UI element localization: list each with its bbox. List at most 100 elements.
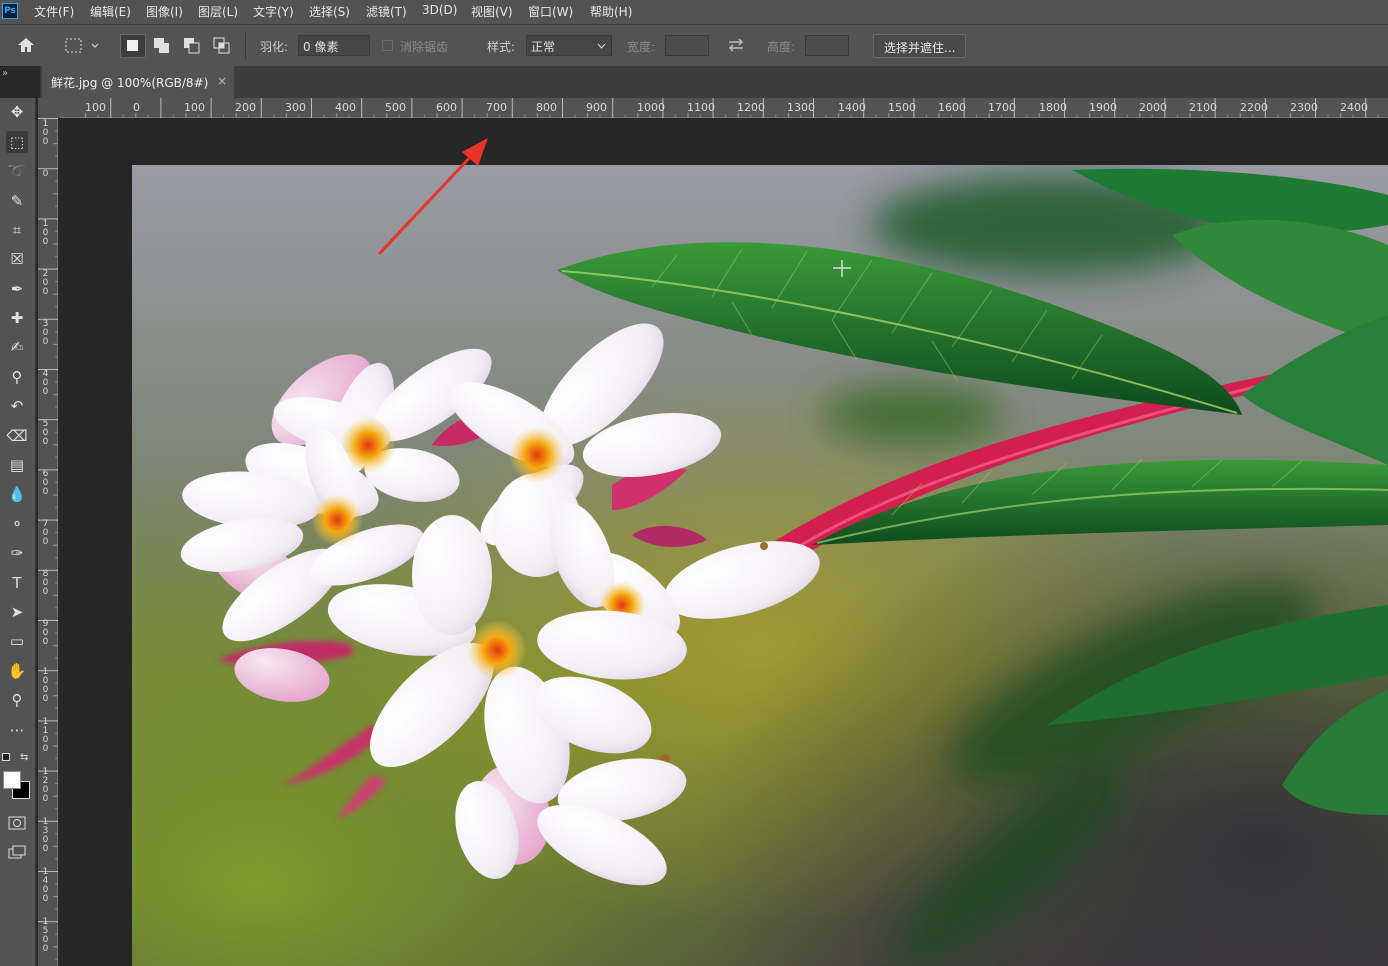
zoom-tool[interactable]: ⚲ — [6, 689, 28, 711]
antialias-checkbox[interactable] — [382, 40, 393, 51]
feather-label: 羽化: — [260, 40, 289, 54]
ruler-corner[interactable] — [38, 98, 60, 118]
history-brush-tool[interactable]: ↶ — [6, 395, 28, 417]
width-input[interactable] — [665, 35, 709, 56]
horizontal-ruler[interactable]: 100 0 100 200 300 400 500 600 700 800 900 1000 1100 1… — [60, 98, 1388, 118]
flower-photo[interactable] — [132, 165, 1388, 966]
add-to-selection-button[interactable] — [152, 36, 172, 60]
annotation-arrow — [377, 138, 488, 256]
type-tool[interactable]: T — [6, 572, 28, 594]
ruler-v-label: 900 — [42, 619, 49, 647]
crop-icon: ⌗ — [12, 221, 22, 239]
feather-input[interactable]: 0 像素 — [298, 35, 370, 56]
menu-item-11[interactable]: 帮助(H) — [590, 3, 632, 20]
ruler-v-label: 1300 — [42, 817, 49, 854]
close-icon[interactable]: × — [217, 74, 227, 88]
menu-item-5[interactable]: 文字(Y) — [253, 3, 294, 20]
hand-tool[interactable]: ✋ — [6, 660, 28, 682]
ruler-h-label: 500 — [385, 101, 406, 114]
move-tool[interactable]: ✥ — [6, 101, 28, 123]
ruler-v-label: 1000 — [42, 667, 49, 704]
ruler-h-label: 700 — [486, 101, 507, 114]
ruler-h-label: 100 — [85, 101, 106, 114]
vertical-ruler[interactable]: 100 0 100 200 300 400 500 600 700 800 900 1000 1100 1… — [38, 118, 58, 966]
collapse-panels-icon[interactable]: » — [2, 68, 8, 79]
pen-tool[interactable]: ✑ — [6, 542, 28, 564]
blur-tool[interactable]: 💧 — [6, 483, 28, 505]
foreground-color-swatch[interactable] — [3, 771, 21, 789]
menu-item-4[interactable]: 图层(L) — [198, 3, 238, 20]
menu-item-10[interactable]: 窗口(W) — [528, 3, 573, 20]
ruler-v-label: 0 — [42, 169, 49, 179]
intersect-selection-button[interactable] — [212, 36, 232, 60]
ruler-v-label: 600 — [42, 469, 49, 497]
dodge-icon: ⚬ — [10, 515, 24, 533]
pen-icon: ✑ — [10, 544, 24, 562]
intersect-selection-icon — [213, 37, 230, 54]
menu-item-1[interactable]: 文件(F) — [34, 3, 74, 20]
eyedropper-tool[interactable]: ✒ — [6, 278, 28, 300]
dodge-tool[interactable]: ⚬ — [6, 513, 28, 535]
document-tab[interactable]: 鲜花.jpg @ 100%(RGB/8#) × — [42, 66, 234, 98]
ruler-h-label: 1600 — [938, 101, 966, 114]
ruler-h-label: 2400 — [1340, 101, 1368, 114]
quick-mask-button[interactable] — [6, 812, 28, 834]
swap-colors-icon[interactable]: ⇆ — [20, 752, 28, 763]
ruler-h-label: 200 — [235, 101, 256, 114]
menu-item-8[interactable]: 3D(D) — [422, 3, 457, 17]
lasso-tool[interactable]: ➰ — [6, 160, 28, 182]
subtract-from-selection-button[interactable] — [182, 36, 202, 60]
document-tab-bar: 鲜花.jpg @ 100%(RGB/8#) × — [40, 66, 1388, 98]
menu-item-6[interactable]: 选择(S) — [309, 3, 350, 20]
ruler-h-label: 1200 — [737, 101, 765, 114]
ruler-v-label: 1400 — [42, 867, 49, 904]
healing-brush-tool[interactable]: ✚ — [6, 307, 28, 329]
ruler-v-label: 300 — [42, 319, 49, 347]
photoshop-logo-icon[interactable]: Ps — [2, 3, 18, 19]
path-selection-tool[interactable]: ➤ — [6, 601, 28, 623]
home-button[interactable] — [16, 36, 36, 58]
crop-tool[interactable]: ⌗ — [6, 219, 28, 241]
marquee-preset-button[interactable] — [64, 37, 100, 59]
menu-item-9[interactable]: 视图(V) — [471, 3, 513, 20]
marquee-icon: ⬚ — [9, 133, 25, 151]
new-selection-button[interactable] — [120, 34, 146, 58]
gradient-tool[interactable]: ▤ — [6, 454, 28, 476]
ruler-h-label: 1400 — [838, 101, 866, 114]
ruler-v-label: 500 — [42, 419, 49, 447]
height-label: 高度: — [767, 40, 796, 54]
brush-icon: ✍ — [10, 338, 24, 356]
screen-mode-button[interactable] — [6, 841, 28, 863]
menu-item-2[interactable]: 编辑(E) — [90, 3, 131, 20]
ruler-h-label: 1100 — [687, 101, 715, 114]
rectangle-tool[interactable]: ▭ — [6, 630, 28, 652]
ruler-v-label: 1100 — [42, 717, 49, 754]
add-selection-icon — [154, 38, 169, 53]
arrow-select-icon: ➤ — [10, 603, 24, 621]
ruler-h-label: 2100 — [1189, 101, 1217, 114]
rectangular-marquee-tool[interactable]: ⬚ — [6, 131, 28, 153]
type-icon: T — [12, 574, 22, 592]
screen-mode-icon — [8, 845, 26, 859]
default-colors-icon[interactable] — [2, 753, 10, 761]
style-select[interactable]: 正常 — [526, 35, 612, 56]
ruler-v-label: 700 — [42, 519, 49, 547]
frame-tool[interactable]: ☒ — [6, 248, 28, 270]
drop-icon: 💧 — [7, 485, 27, 503]
quick-selection-tool[interactable]: ✎ — [6, 190, 28, 212]
swap-dimensions-button[interactable] — [727, 37, 745, 57]
menu-item-7[interactable]: 滤镜(T) — [366, 3, 407, 20]
ruler-h-label: 0 — [133, 101, 140, 114]
ruler-v-label: 1200 — [42, 767, 49, 804]
menu-bar: Ps 文件(F) 编辑(E) 图像(I) 图层(L) 文字(Y) 选择(S) 滤镜(T) 3D… — [0, 0, 1388, 24]
height-input[interactable] — [805, 35, 849, 56]
document-tab-title: 鲜花.jpg @ 100%(RGB/8#) — [51, 76, 209, 90]
brush-tool[interactable]: ✍ — [6, 336, 28, 358]
more-tools[interactable]: ⋯ — [6, 719, 28, 741]
antialias-label: 消除锯齿 — [400, 40, 449, 54]
select-and-mask-button[interactable]: 选择并遮住... — [873, 34, 967, 58]
clone-stamp-tool[interactable]: ⚲ — [6, 366, 28, 388]
menu-item-3[interactable]: 图像(I) — [146, 3, 183, 20]
chevron-down-icon — [597, 43, 606, 49]
eraser-tool[interactable]: ⌫ — [6, 425, 28, 447]
